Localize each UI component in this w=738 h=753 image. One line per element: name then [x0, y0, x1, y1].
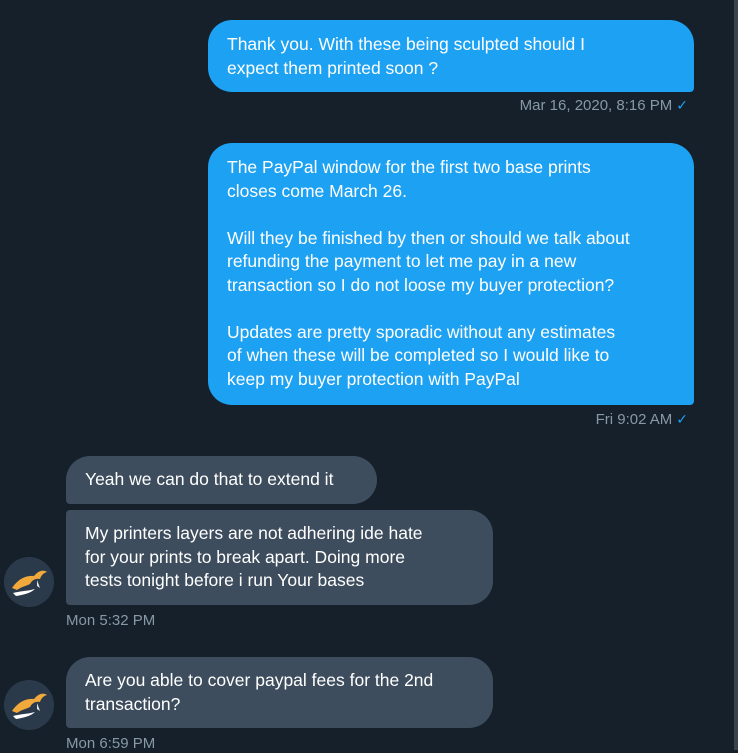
checkmark-icon: ✓ [676, 411, 688, 427]
message-bubble-incoming[interactable]: My printers layers are not adhering ide … [66, 510, 493, 605]
kangaroo-logo-icon [4, 557, 54, 607]
kangaroo-logo-icon [4, 680, 54, 730]
timestamp-text: Fri 9:02 AM [595, 411, 673, 428]
checkmark-icon: ✓ [676, 97, 688, 113]
message-timestamp: Fri 9:02 AM ✓ [596, 410, 688, 429]
timestamp-text: Mon 6:59 PM [66, 735, 156, 752]
timestamp-text: Mon 5:32 PM [66, 612, 156, 629]
message-bubble-outgoing[interactable]: The PayPal window for the first two base… [208, 143, 694, 405]
message-bubble-incoming[interactable]: Yeah we can do that to extend it [66, 456, 377, 504]
avatar[interactable] [4, 557, 54, 607]
avatar[interactable] [4, 680, 54, 730]
message-bubble-incoming[interactable]: Are you able to cover paypal fees for th… [66, 657, 493, 728]
timestamp-text: Mar 16, 2020, 8:16 PM [519, 97, 673, 114]
message-bubble-outgoing[interactable]: Thank you. With these being sculpted sho… [208, 20, 694, 92]
window-border [734, 0, 738, 750]
message-timestamp: Mon 5:32 PM [66, 612, 155, 630]
message-timestamp: Mon 6:59 PM [66, 735, 155, 753]
message-timestamp: Mar 16, 2020, 8:16 PM ✓ [520, 96, 688, 115]
